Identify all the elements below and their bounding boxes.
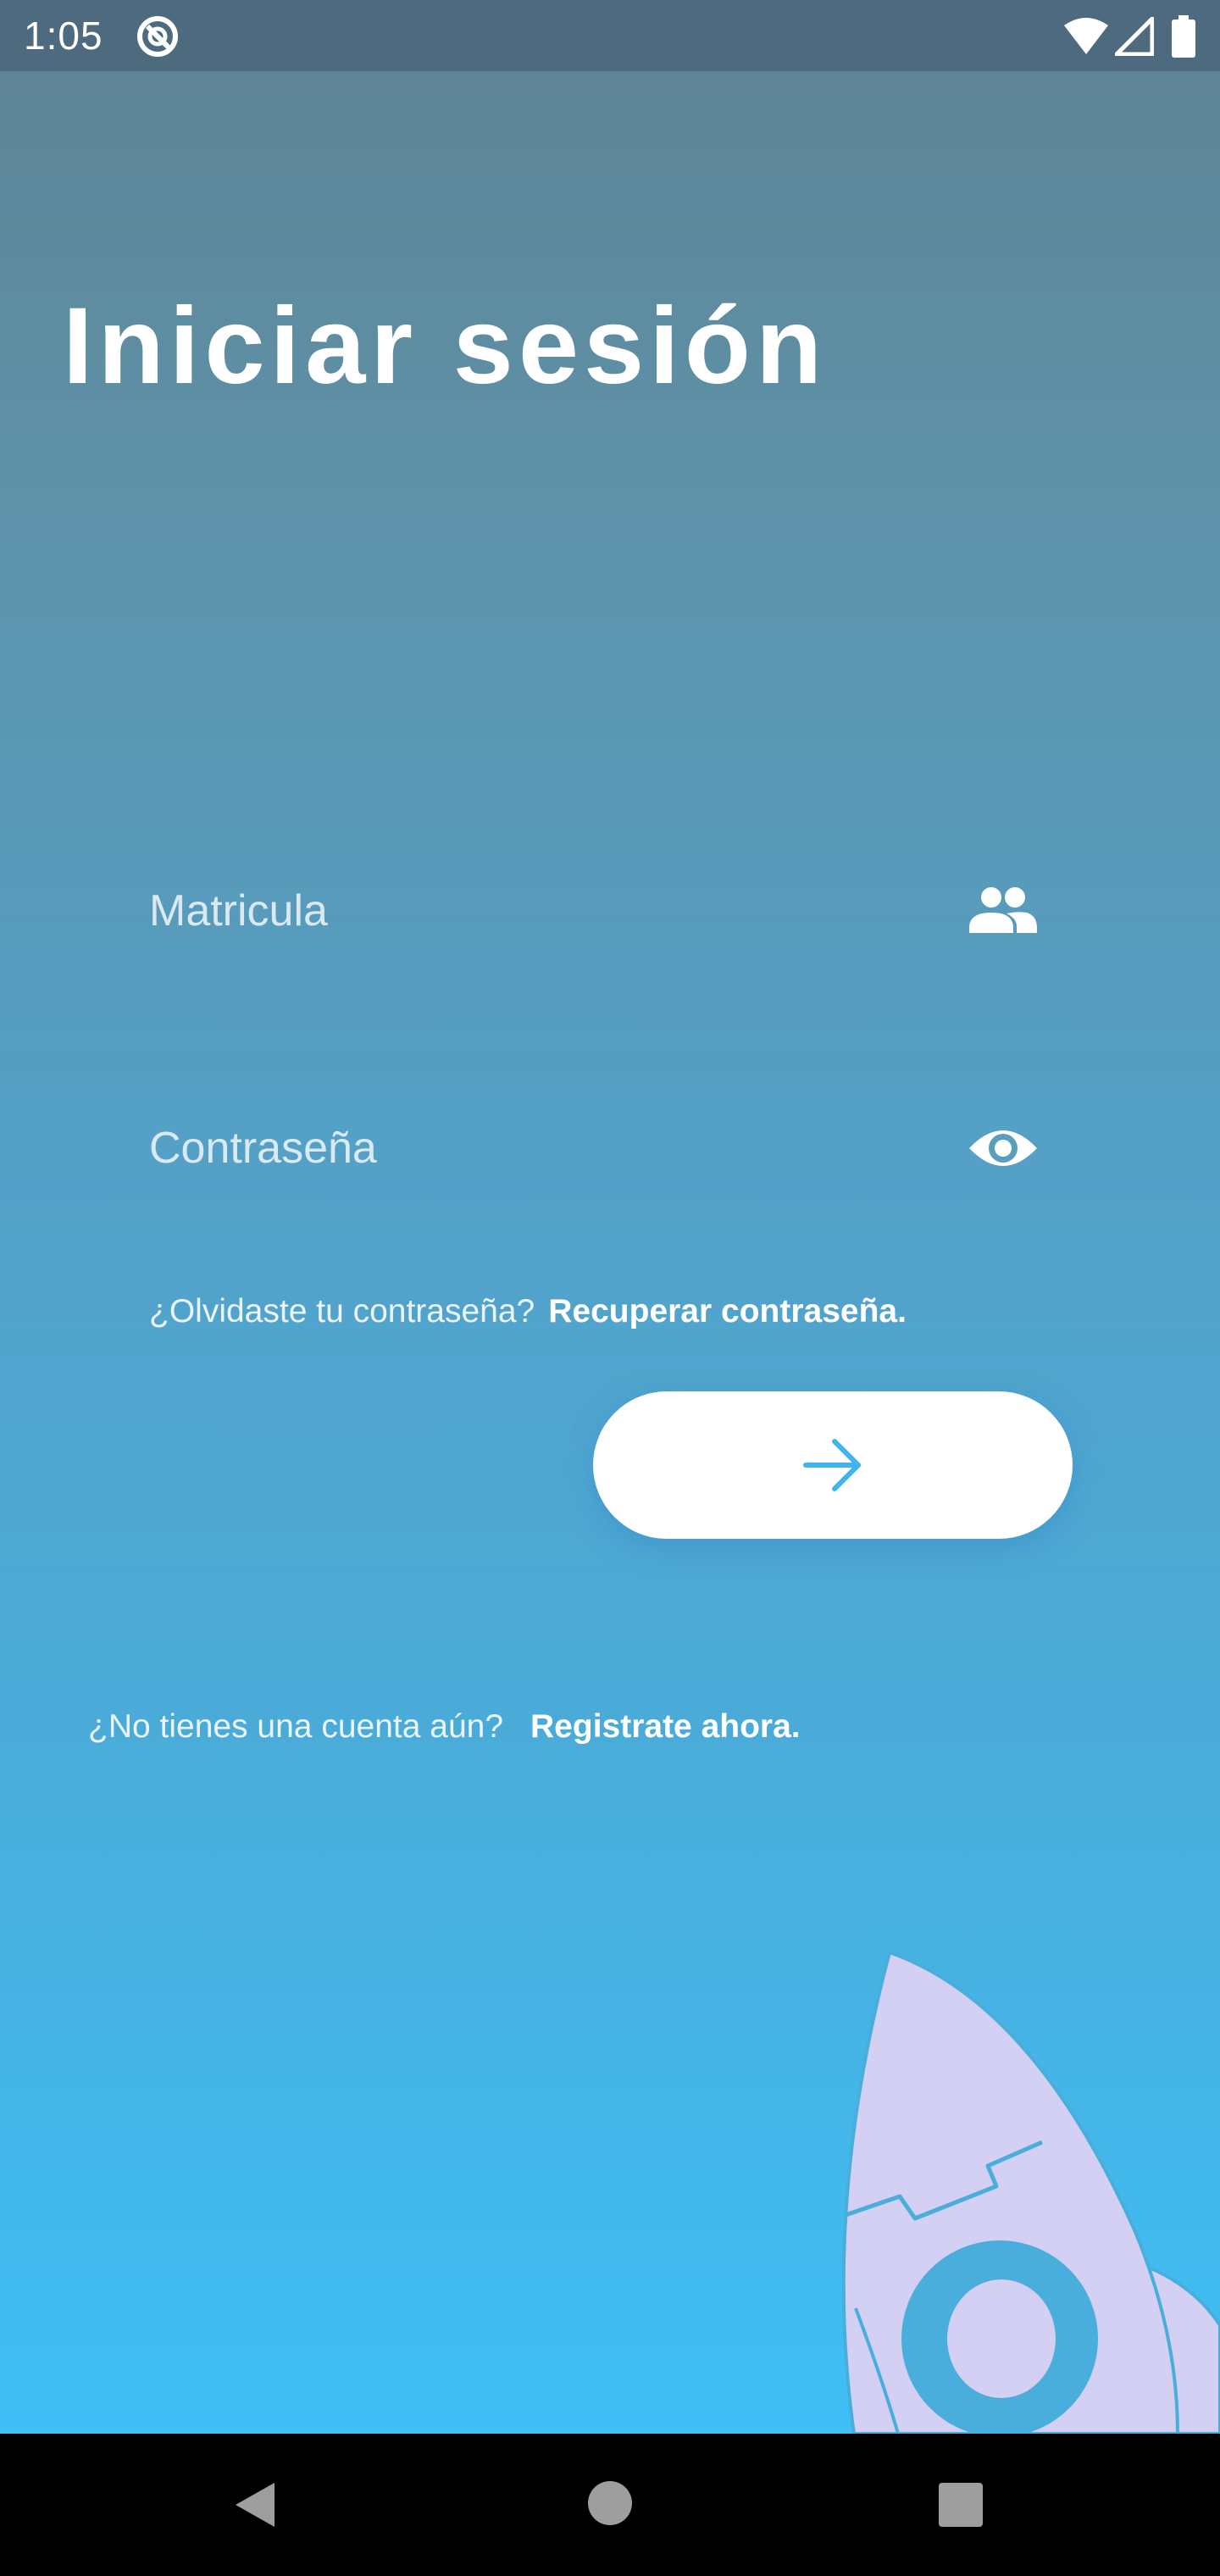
- back-icon[interactable]: [229, 2478, 283, 2532]
- people-icon: [969, 887, 1037, 933]
- password-input[interactable]: [149, 1102, 912, 1195]
- forgot-password-row: ¿Olvidaste tu contraseña? Recuperar contr…: [149, 1288, 907, 1335]
- wifi-icon: [1064, 18, 1108, 54]
- login-content: Iniciar sesión ¿Olvidaste tu contraseña?…: [0, 71, 1220, 2434]
- password-field[interactable]: [149, 1102, 1039, 1195]
- register-row: ¿No tienes una cuenta aún? Registrate aho…: [88, 1703, 801, 1751]
- eye-icon[interactable]: [968, 1114, 1039, 1182]
- page-title: Iniciar sesión: [63, 286, 828, 407]
- register-prompt: ¿No tienes una cuenta aún?: [88, 1708, 504, 1745]
- rocket-icon: [841, 1952, 1220, 2434]
- submit-button[interactable]: [593, 1391, 1073, 1539]
- sync-icon: [137, 16, 178, 57]
- login-screen: 1:05 Iniciar sesión Matricula ¿Olvidaste…: [0, 0, 1220, 2576]
- recover-password-link[interactable]: Recuperar contraseña.: [548, 1293, 907, 1330]
- navigation-bar: [0, 2434, 1220, 2576]
- recents-icon[interactable]: [937, 2481, 984, 2529]
- status-time: 1:05: [24, 14, 103, 58]
- register-link[interactable]: Registrate ahora.: [530, 1708, 801, 1745]
- forgot-password-prompt: ¿Olvidaste tu contraseña?: [149, 1293, 535, 1330]
- home-icon[interactable]: [586, 2479, 634, 2527]
- username-input[interactable]: [149, 864, 912, 958]
- signal-icon: [1115, 17, 1154, 56]
- arrow-right-icon: [803, 1439, 861, 1491]
- username-field[interactable]: [149, 864, 1039, 958]
- battery-icon: [1172, 15, 1195, 58]
- status-bar: 1:05: [0, 0, 1220, 71]
